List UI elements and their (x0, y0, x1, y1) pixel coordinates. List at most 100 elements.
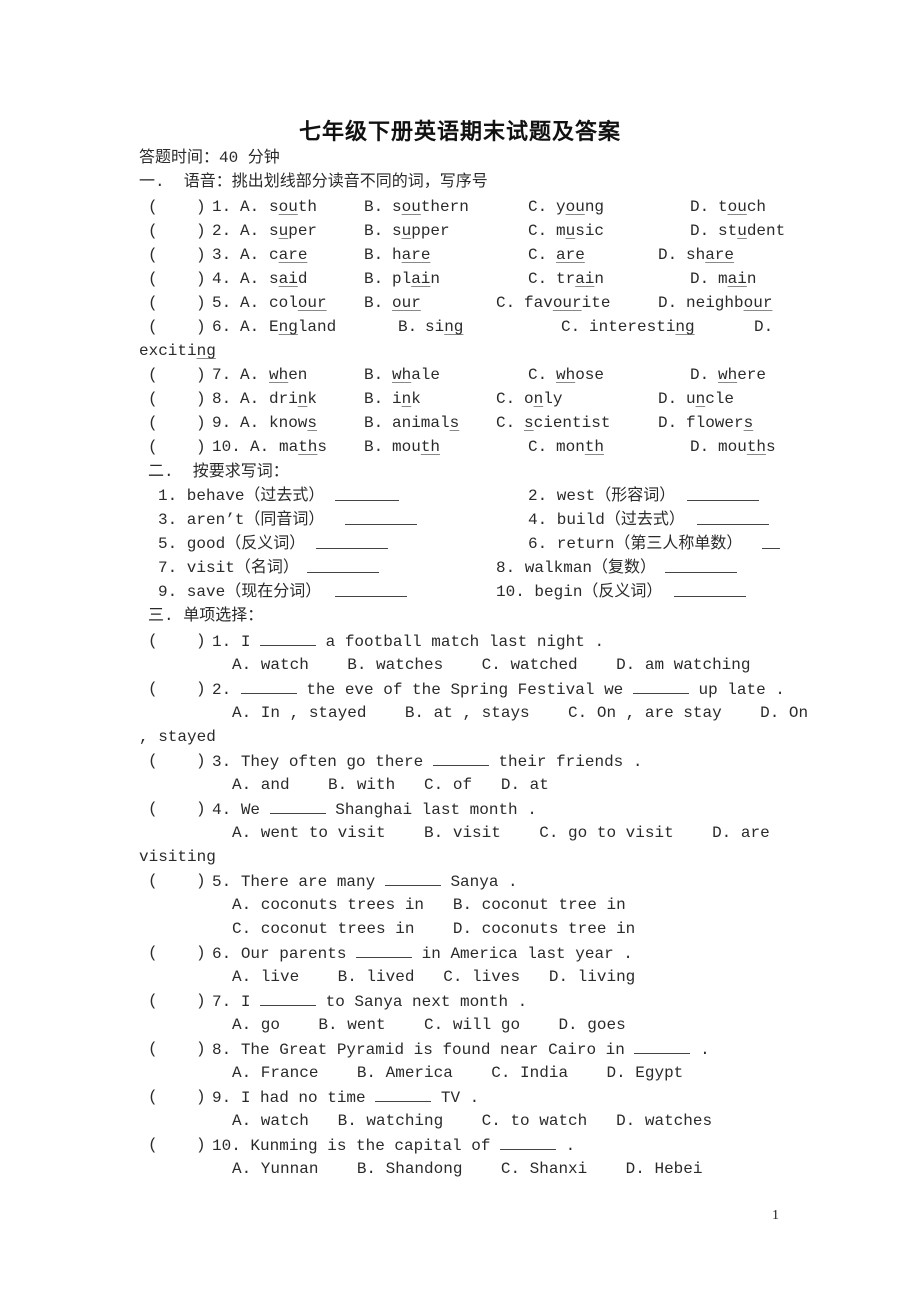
answer-paren-open[interactable]: ( (148, 943, 158, 963)
answer-options[interactable]: A. watch B. watching C. to watch D. watc… (232, 1111, 712, 1131)
answer-paren-open[interactable]: ( (148, 437, 158, 457)
fill-item-blank[interactable] (335, 582, 407, 603)
answer-blank[interactable] (307, 558, 379, 573)
option-c[interactable]: train (556, 269, 604, 289)
answer-paren-open[interactable]: ( (148, 1135, 158, 1155)
answer-paren-open[interactable]: ( (148, 389, 158, 409)
option-b[interactable]: animals (392, 413, 459, 433)
answer-paren-open[interactable]: ( (148, 293, 158, 313)
fill-item-blank[interactable] (665, 558, 737, 579)
answer-options-wrap[interactable]: visiting (139, 847, 216, 867)
option-d[interactable]: share (686, 245, 734, 265)
fill-item-blank[interactable] (345, 510, 417, 531)
option-b[interactable]: whale (392, 365, 440, 385)
option-b[interactable]: supper (392, 221, 450, 241)
answer-blank[interactable] (269, 799, 326, 814)
answer-blank[interactable] (260, 631, 317, 646)
option-c[interactable]: are (556, 245, 585, 265)
answer-paren-open[interactable]: ( (148, 751, 158, 771)
option-d[interactable]: neighbour (686, 293, 772, 313)
option-c[interactable]: music (556, 221, 604, 241)
answer-blank[interactable] (634, 1039, 691, 1054)
option-d[interactable]: main (718, 269, 756, 289)
option-d[interactable]: touch (718, 197, 766, 217)
answer-options[interactable]: A. go B. went C. will go D. goes (232, 1015, 626, 1035)
answer-options[interactable]: A. Yunnan B. Shandong C. Shanxi D. Hebei (232, 1159, 702, 1179)
option-b[interactable]: our (392, 293, 421, 313)
answer-options[interactable]: C. coconut trees in D. coconuts tree in (232, 919, 635, 939)
answer-blank[interactable] (632, 679, 689, 694)
answer-blank[interactable] (384, 871, 441, 886)
answer-paren-open[interactable]: ( (148, 679, 158, 699)
option-a[interactable]: knows (269, 413, 317, 433)
answer-options-wrap[interactable]: , stayed (139, 727, 216, 747)
option-d[interactable]: flowers (686, 413, 753, 433)
answer-paren-open[interactable]: ( (148, 221, 158, 241)
answer-paren-open[interactable]: ( (148, 799, 158, 819)
option-a[interactable]: colour (269, 293, 327, 313)
answer-blank[interactable] (316, 534, 388, 549)
option-b[interactable]: mouth (392, 437, 440, 457)
option-a[interactable]: care (269, 245, 307, 265)
option-b[interactable]: plain (392, 269, 440, 289)
answer-paren-open[interactable]: ( (148, 991, 158, 1011)
option-c[interactable]: whose (556, 365, 604, 385)
answer-blank[interactable] (345, 510, 417, 525)
answer-blank[interactable] (356, 943, 413, 958)
option-c[interactable]: only (524, 389, 562, 409)
fill-item-blank[interactable] (762, 534, 780, 555)
fill-item-blank[interactable] (687, 486, 759, 507)
option-d[interactable]: uncle (686, 389, 734, 409)
answer-blank[interactable] (697, 510, 769, 525)
answer-paren-open[interactable]: ( (148, 413, 158, 433)
option-a[interactable]: England (269, 317, 336, 337)
option-a[interactable]: super (269, 221, 317, 241)
answer-blank[interactable] (375, 1087, 432, 1102)
answer-options[interactable]: A. watch B. watches C. watched D. am wat… (232, 655, 750, 675)
answer-blank[interactable] (665, 558, 737, 573)
answer-options[interactable]: A. France B. America C. India D. Egypt (232, 1063, 683, 1083)
fill-item-blank[interactable] (697, 510, 769, 531)
option-b[interactable]: southern (392, 197, 469, 217)
option-c[interactable]: favourite (524, 293, 610, 313)
answer-paren-open[interactable]: ( (148, 871, 158, 891)
fill-item-blank[interactable] (674, 582, 746, 603)
answer-paren-open[interactable]: ( (148, 365, 158, 385)
option-a[interactable]: said (269, 269, 307, 289)
answer-blank[interactable] (500, 1135, 557, 1150)
answer-blank[interactable] (335, 486, 399, 501)
answer-blank[interactable] (240, 679, 297, 694)
option-a[interactable]: south (269, 197, 317, 217)
option-d[interactable]: mouths (718, 437, 776, 457)
answer-paren-open[interactable]: ( (148, 245, 158, 265)
answer-options[interactable]: A. coconuts trees in B. coconut tree in (232, 895, 626, 915)
option-a[interactable]: when (269, 365, 307, 385)
answer-options[interactable]: A. In , stayed B. at , stays C. On , are… (232, 703, 808, 723)
option-c[interactable]: interesting (589, 317, 695, 337)
option-b[interactable]: ink (392, 389, 421, 409)
answer-blank[interactable] (687, 486, 759, 501)
answer-blank[interactable] (432, 751, 489, 766)
answer-paren-open[interactable]: ( (148, 317, 158, 337)
answer-paren-open[interactable]: ( (148, 1087, 158, 1107)
option-c[interactable]: young (556, 197, 604, 217)
option-b[interactable]: sing (425, 317, 463, 337)
answer-blank[interactable] (335, 582, 407, 597)
fill-item-blank[interactable] (307, 558, 379, 579)
option-c[interactable]: month (556, 437, 604, 457)
answer-options[interactable]: A. live B. lived C. lives D. living (232, 967, 635, 987)
answer-paren-open[interactable]: ( (148, 197, 158, 217)
option-a[interactable]: maths (279, 437, 327, 457)
answer-blank[interactable] (260, 991, 317, 1006)
answer-paren-open[interactable]: ( (148, 1039, 158, 1059)
option-c[interactable]: scientist (524, 413, 610, 433)
option-d[interactable]: student (718, 221, 785, 241)
option-b[interactable]: hare (392, 245, 430, 265)
option-d[interactable]: where (718, 365, 766, 385)
fill-item-blank[interactable] (335, 486, 399, 507)
answer-paren-open[interactable]: ( (148, 269, 158, 289)
answer-options[interactable]: A. and B. with C. of D. at (232, 775, 549, 795)
answer-blank[interactable] (674, 582, 746, 597)
answer-options[interactable]: A. went to visit B. visit C. go to visit… (232, 823, 770, 843)
option-d-wrapped[interactable]: exciting (139, 341, 216, 361)
